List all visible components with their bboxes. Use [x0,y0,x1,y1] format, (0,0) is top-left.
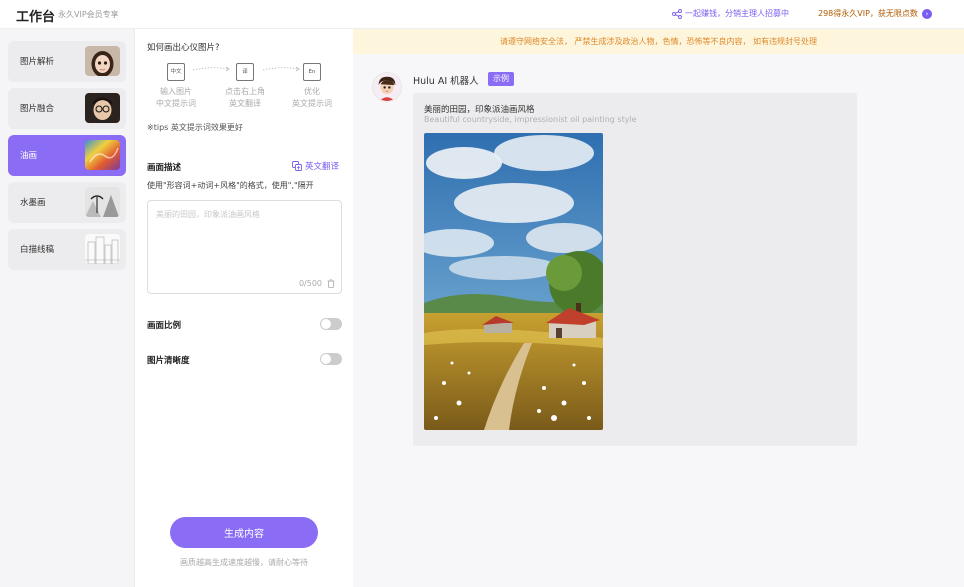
step-text: 优化 英文提示词 [292,87,332,108]
sidebar-item-label: 油画 [20,151,38,161]
step-text: 输入图片 中文提示词 [156,87,196,108]
char-counter: 0/500 [298,279,322,288]
clarity-toggle[interactable] [320,353,342,365]
how-to-heading: 如何画出心仪图片? [147,43,220,53]
settings-panel: 如何画出心仪图片? 中文 输入图片 中文提示词 译 点击右上角 英文翻译 En … [136,29,352,587]
tips-text: ※tips 英文提示词效果更好 [147,123,243,132]
bot-name: Hulu AI 机器人 [413,76,479,87]
sidebar-item-label: 水墨画 [20,198,46,208]
share-icon [672,8,682,19]
arrow-right-icon: › [921,8,932,19]
main-content: 请遵守网络安全法， 严禁生成涉及政治人物，色情，恐怖等不良内容， 如有违规封号处… [353,29,964,587]
example-message-card: 美丽的田园，印象派油画风格 Beautiful countryside, imp… [413,93,857,446]
page-subtitle: 永久VIP会员专享 [58,10,119,19]
generated-oil-painting[interactable] [424,133,603,430]
vip-text: 298得永久VIP，获无限点数 [818,9,918,18]
sidebar-item-ink-painting[interactable]: 水墨画 [8,182,126,223]
aspect-ratio-toggle[interactable] [320,318,342,330]
generate-button[interactable]: 生成内容 [170,517,318,548]
share-text: 一起赚钱，分销主理人招募中 [685,9,789,18]
sidebar-item-label: 图片融合 [20,104,55,114]
description-title: 画面描述 [147,163,182,173]
generate-note: 画质越高生成速度越慢，请耐心等待 [180,558,308,567]
girl-portrait-thumbnail [85,46,120,76]
top-header: 工作台 永久VIP会员专享 一起赚钱，分销主理人招募中 298得永久VIP，获无… [0,0,964,29]
translate-icon [292,161,302,171]
chinese-text-icon: 中文 [167,63,185,81]
example-badge: 示例 [488,72,514,86]
prompt-input[interactable] [148,201,341,271]
notice-banner: 请遵守网络安全法， 严禁生成涉及政治人物，色情，恐怖等不良内容， 如有违规封号处… [353,29,964,54]
step-optimize-english: En 优化 英文提示词 [282,63,342,110]
english-translate-button[interactable]: 英文翻译 [292,160,339,172]
trash-icon[interactable] [327,279,335,288]
sidebar-item-line-sketch[interactable]: 白描线稿 [8,229,126,270]
clarity-label: 图片清晰度 [147,356,190,366]
line-sketch-thumbnail [85,234,120,264]
share-link[interactable]: 一起赚钱，分销主理人招募中 [672,8,789,19]
sidebar-item-label: 白描线稿 [20,245,55,255]
translate-icon: 译 [236,63,254,81]
aspect-ratio-label: 画面比例 [147,321,182,331]
translate-label: 英文翻译 [305,162,340,172]
description-hint: 使用"形容词+动词+风格"的格式，使用","隔开 [147,181,314,190]
oil-painting-thumbnail [85,140,120,170]
bot-avatar [372,72,402,102]
prompt-english: Beautiful countryside, impressionist oil… [424,115,637,124]
ink-painting-thumbnail [85,187,120,217]
vip-promo-link[interactable]: 298得永久VIP，获无限点数 › [818,8,932,19]
sidebar-item-image-fusion[interactable]: 图片融合 [8,88,126,129]
page-title: 工作台 [16,10,56,25]
step-text: 点击右上角 英文翻译 [225,87,265,108]
boy-glasses-thumbnail [85,93,120,123]
sidebar-item-oil-painting[interactable]: 油画 [8,135,126,176]
sidebar-item-label: 图片解析 [20,57,55,67]
sidebar: 图片解析 图片融合 油画 水墨画 白描线稿 [0,29,135,587]
sidebar-item-image-analysis[interactable]: 图片解析 [8,41,126,82]
prompt-chinese: 美丽的田园，印象派油画风格 [424,105,535,115]
edit-english-icon: En [303,63,321,81]
prompt-box: 0/500 [147,200,342,294]
